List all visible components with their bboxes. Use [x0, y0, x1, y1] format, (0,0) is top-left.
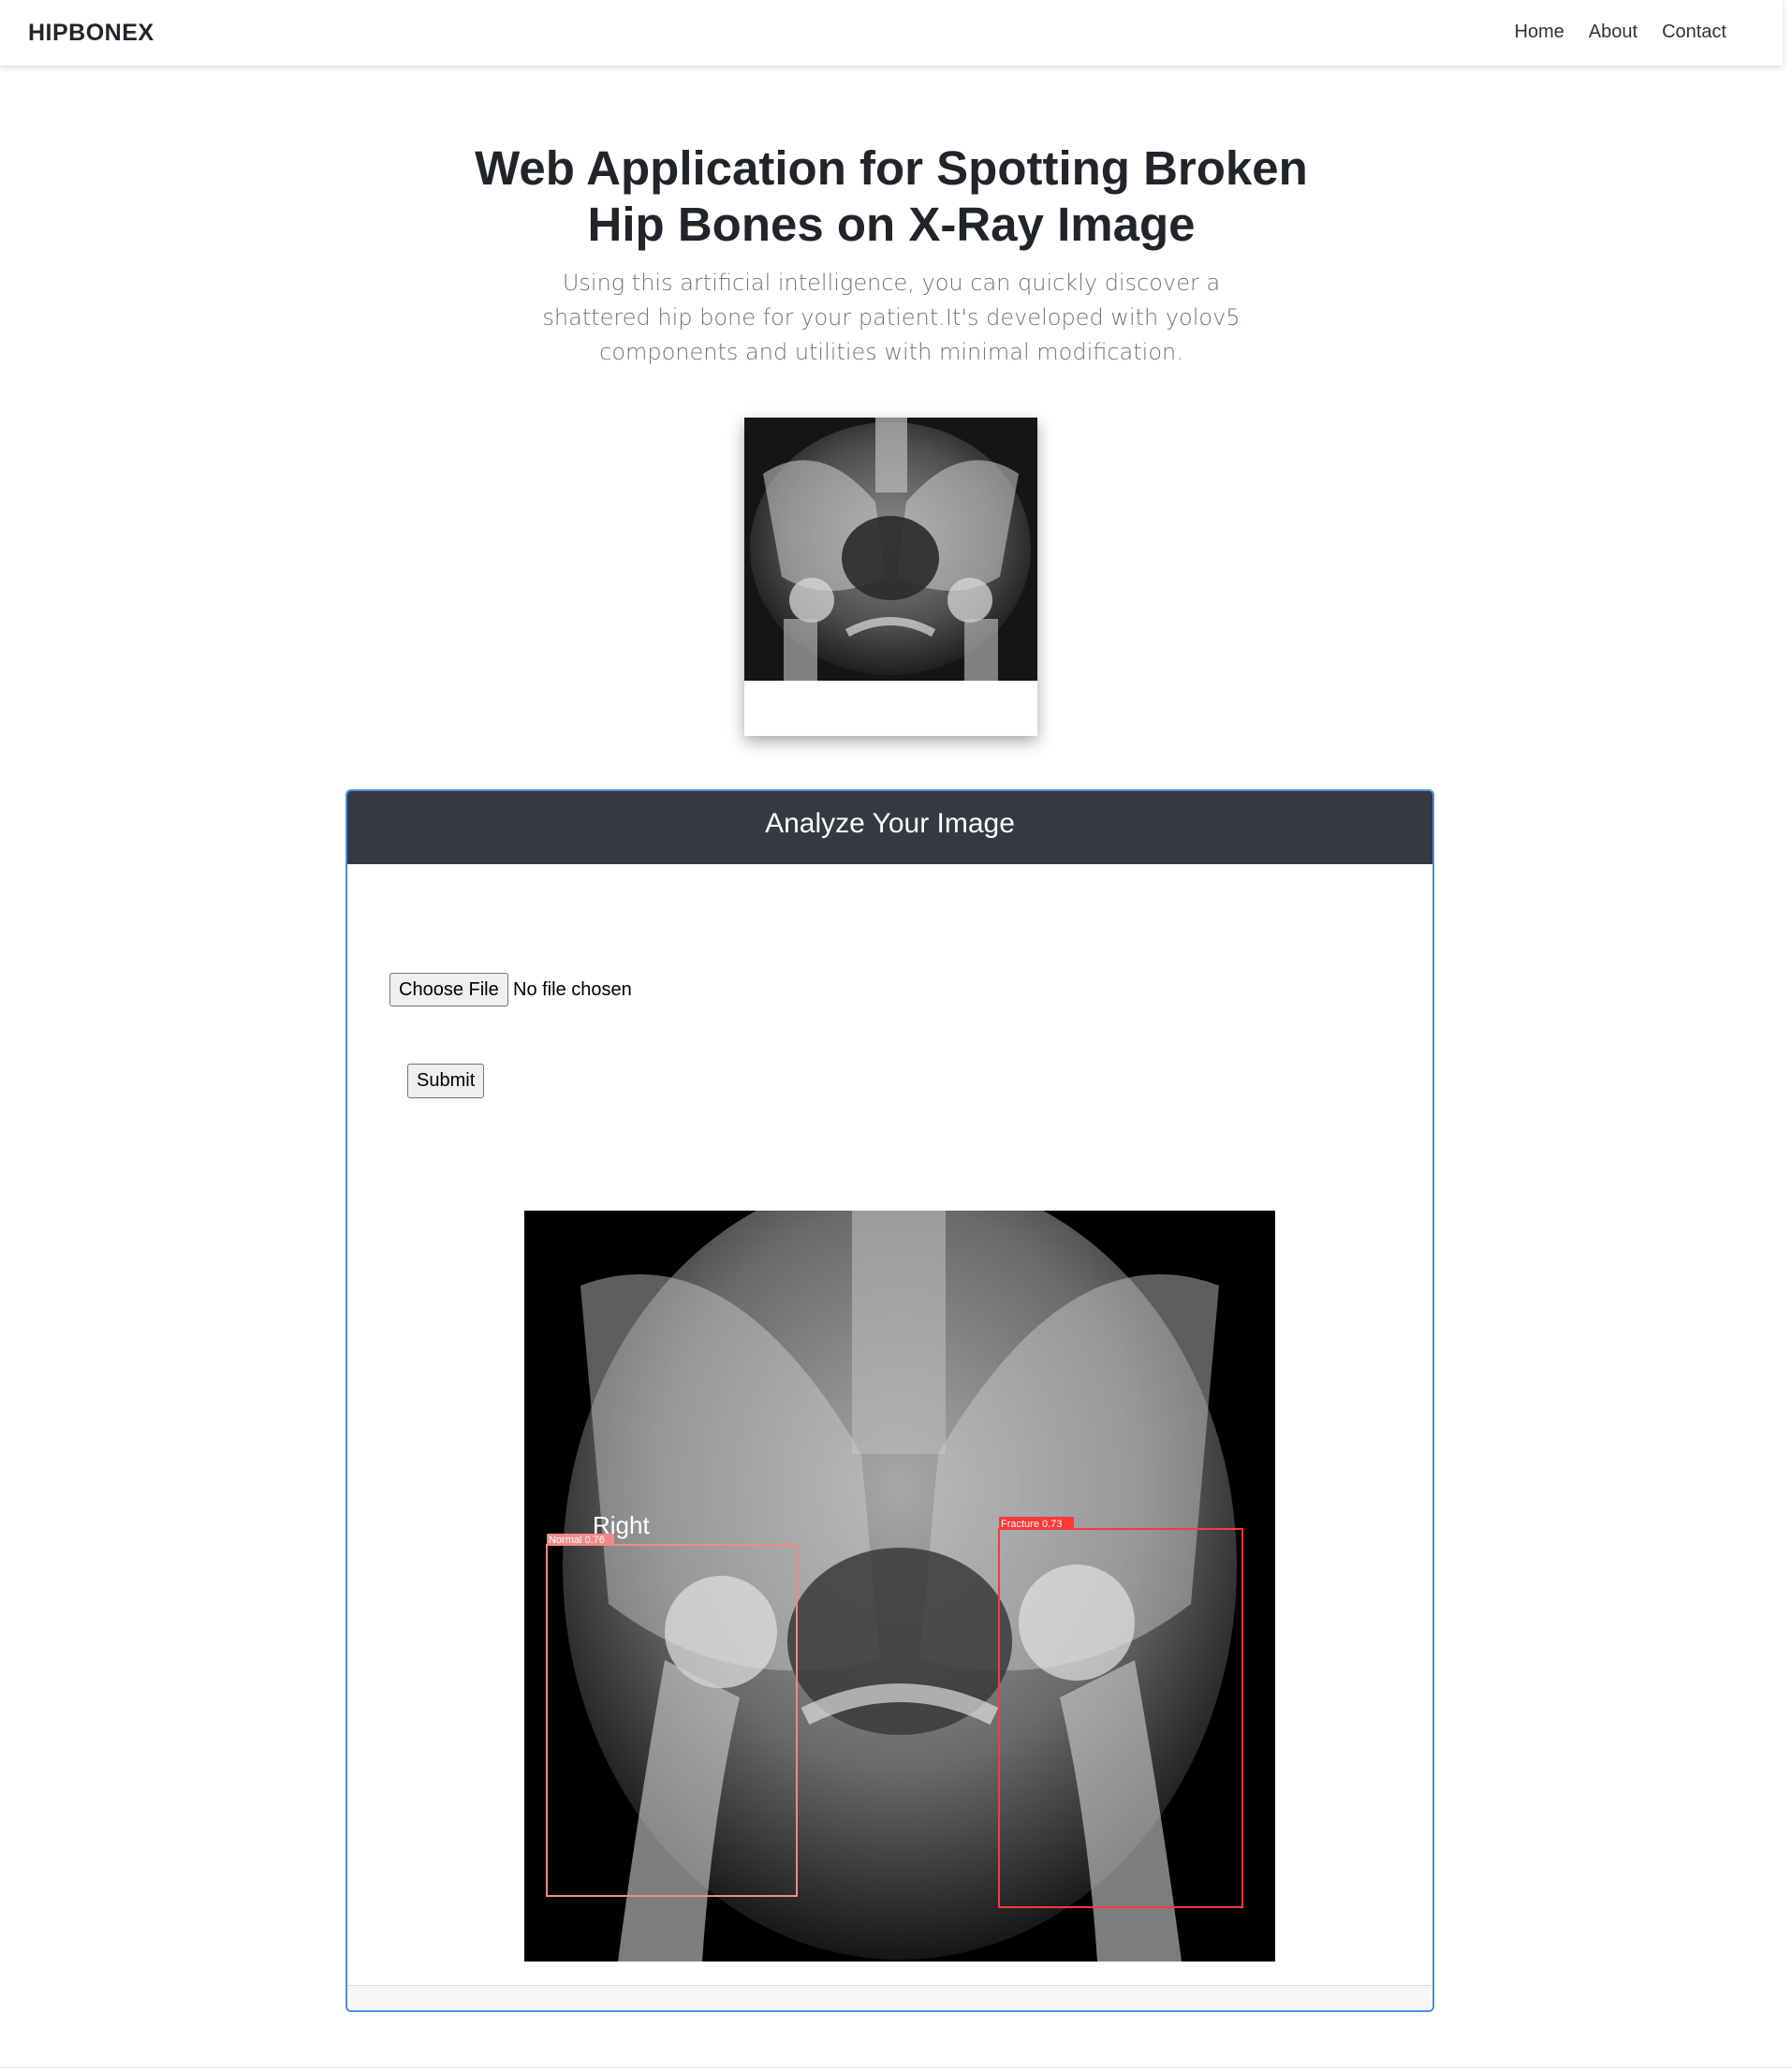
nav-home-link[interactable]: Home	[1514, 22, 1564, 43]
analyze-card: Analyze Your Image Choose File No file c…	[345, 789, 1434, 2012]
nav-about-link[interactable]: About	[1589, 22, 1638, 43]
file-status-text: No file chosen	[513, 979, 632, 1000]
page-title: Web Application for Spotting Broken Hip …	[475, 141, 1308, 251]
choose-file-button[interactable]: Choose File	[389, 973, 508, 1007]
page-subtitle: Using this artificial intelligence, you …	[542, 270, 1241, 365]
navbar: HIPBONEX Home About Contact	[0, 0, 1783, 66]
nav-links: Home About Contact	[1514, 22, 1726, 43]
page-divider	[0, 2067, 1792, 2068]
card-title: Analyze Your Image	[765, 808, 1015, 839]
pelvis-xray-thumbnail	[744, 418, 1037, 681]
card-footer	[347, 1985, 1432, 2010]
submit-button[interactable]: Submit	[407, 1064, 485, 1098]
fracture-detection-label: Fracture 0.73	[1001, 1519, 1062, 1530]
pelvis-xray-detection-result: Right Normal 0.76 Fracture 0.73	[524, 1211, 1275, 1962]
sample-xray-card	[744, 418, 1037, 736]
nav-contact-link[interactable]: Contact	[1662, 22, 1726, 43]
brand-logo[interactable]: HIPBONEX	[28, 20, 154, 47]
normal-detection-label: Normal 0.76	[549, 1535, 605, 1546]
card-header: Analyze Your Image	[347, 791, 1432, 864]
